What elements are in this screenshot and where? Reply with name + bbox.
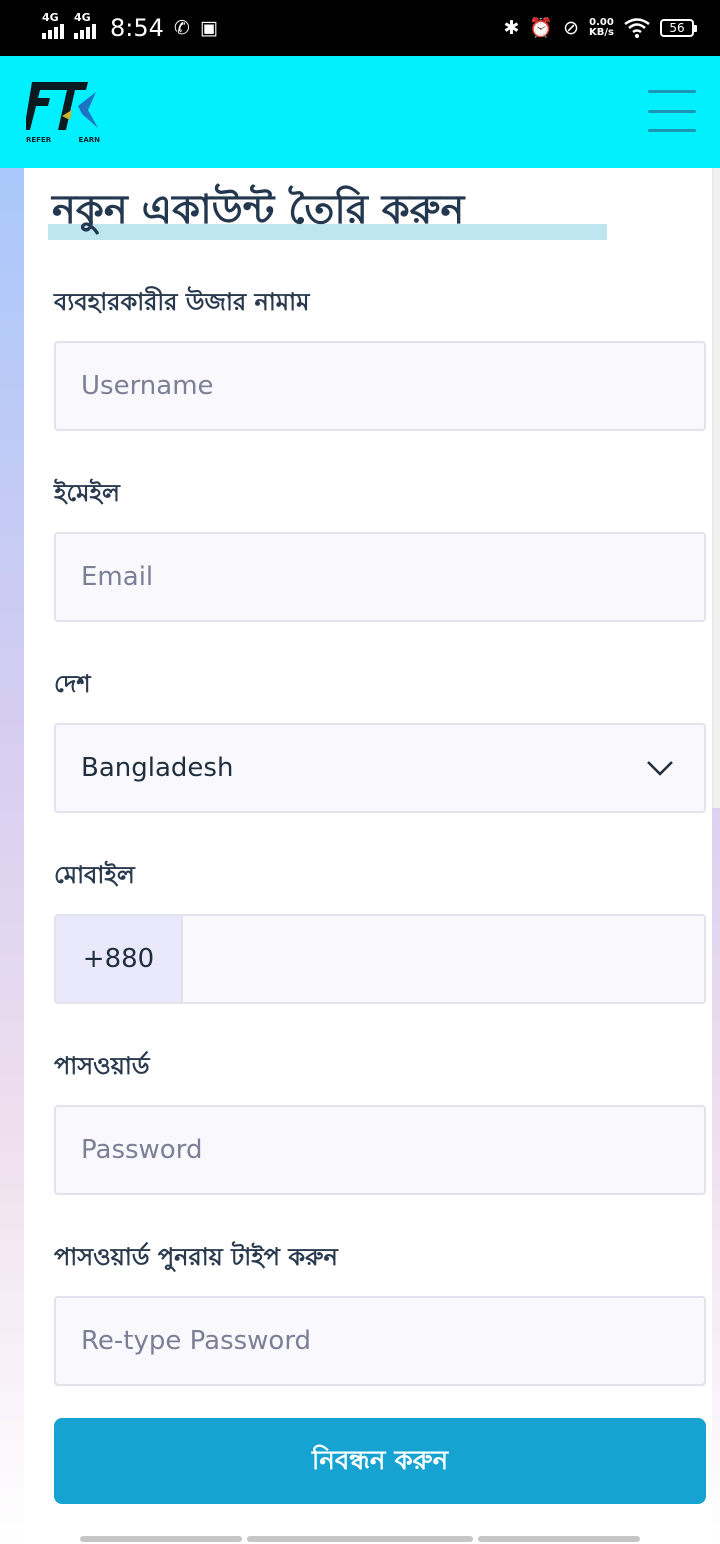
battery-icon: 56 [660,19,697,37]
mobile-input[interactable] [183,916,704,1002]
hamburger-menu-icon[interactable] [648,90,696,132]
dnd-icon: ⊘ [563,16,580,39]
password-field[interactable] [54,1105,706,1195]
username-field[interactable] [54,341,706,431]
country-label: দেশ [54,670,91,698]
bottom-divider [247,1536,473,1542]
brand-logo[interactable]: REFER EARN [24,80,100,144]
register-button[interactable]: নিবন্ধন করুন [54,1418,706,1504]
status-bar-left: 4G 4G 8:54 ✆ ▣ [42,11,218,42]
bottom-divider [478,1536,640,1542]
whatsapp-icon: ✆ [173,16,190,39]
alarm-icon: ⏰ [529,16,554,39]
app-header: REFER EARN [0,56,720,168]
retype-password-input[interactable] [56,1298,704,1384]
page-title: নকুন একাউন্ট তৈরি করুন [52,187,465,233]
network-speed: 0.00 KB/s [589,17,614,38]
country-select[interactable]: Bangladesh [54,723,706,813]
status-bar-right: ✱ ⏰ ⊘ 0.00 KB/s 56 [503,16,697,39]
email-field[interactable] [54,532,706,622]
logo-text: REFER EARN [26,136,100,144]
logo-mark [24,82,98,130]
mobile-input-wrap[interactable] [183,916,704,1002]
scrollbar[interactable] [712,168,720,808]
email-input[interactable] [56,534,704,620]
mobile-field: +880 [54,914,706,1004]
chevron-down-icon [647,761,673,776]
clock: 8:54 [110,14,164,42]
gallery-icon: ▣ [199,16,218,39]
username-label: ব্যবহারকারীর উজার নামাম [54,288,310,316]
username-input[interactable] [56,343,704,429]
bottom-divider [80,1536,242,1542]
bluetooth-icon: ✱ [503,16,520,39]
signal-icon: 4G [42,11,64,39]
mobile-label: মোবাইল [54,861,135,889]
country-selected-value: Bangladesh [81,753,234,783]
page-title-wrap: নকুন একাউন্ট তৈরি করুন [48,178,607,245]
status-bar: 4G 4G 8:54 ✆ ▣ ✱ ⏰ ⊘ 0.00 KB/s 56 [0,0,720,56]
retype-password-label: পাসওয়ার্ড পুনরায় টাইপ করুন [54,1243,338,1271]
password-input[interactable] [56,1107,704,1193]
email-label: ইমেইল [54,479,120,507]
password-label: পাসওয়ার্ড [54,1052,150,1080]
wifi-icon [624,18,650,38]
retype-password-field[interactable] [54,1296,706,1386]
signal-icon: 4G [74,11,96,39]
country-code-prefix: +880 [56,916,183,1002]
